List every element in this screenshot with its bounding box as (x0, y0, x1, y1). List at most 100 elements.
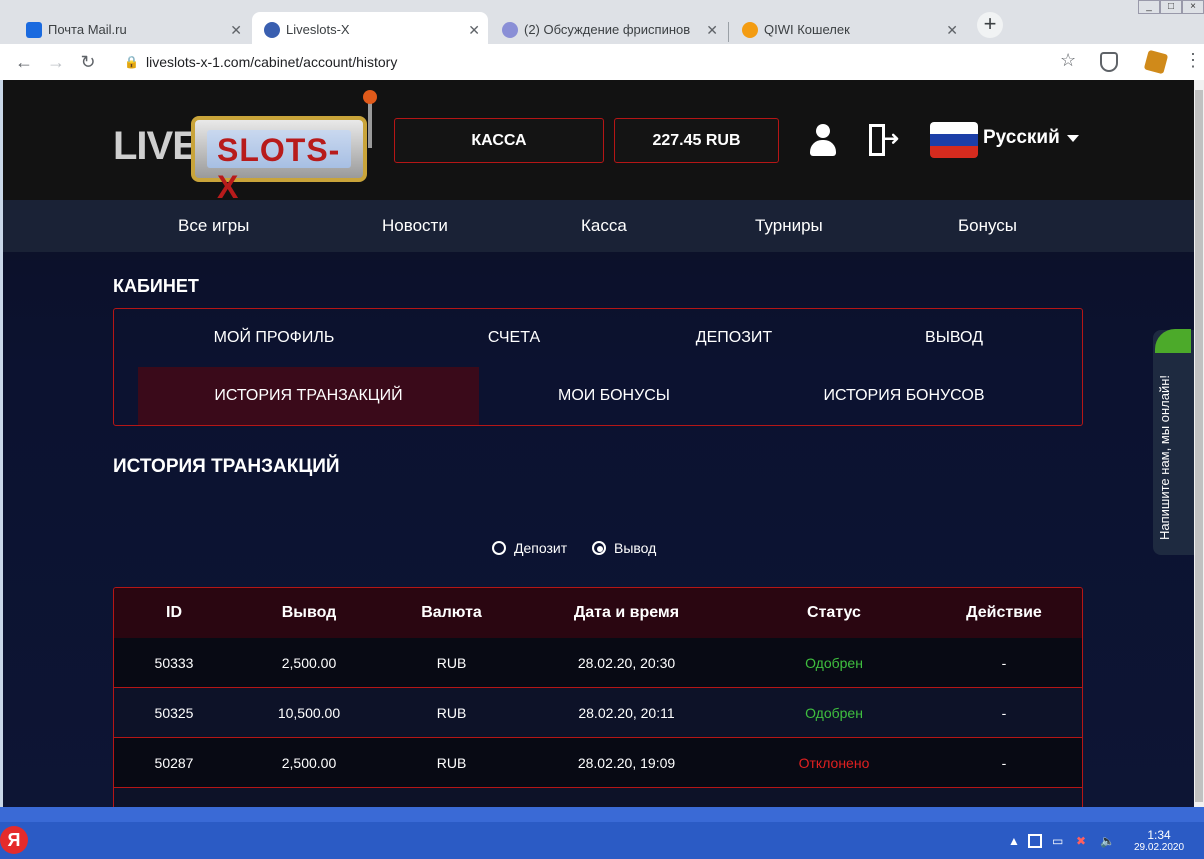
logo-lever-ball (363, 90, 377, 104)
shield-extension-icon[interactable] (1100, 52, 1118, 72)
chat-widget[interactable]: Напишите нам, мы онлайн! (1153, 329, 1194, 555)
column-header: Дата и время (573, 604, 680, 621)
column-header: Действие (966, 604, 1042, 621)
nav-bonuses[interactable]: Бонусы (958, 200, 1017, 252)
chevron-down-icon[interactable] (1067, 135, 1079, 142)
browser-toolbar: ← → ↻ 🔒 liveslots-x-1.com/cabinet/accoun… (0, 44, 1204, 80)
lock-icon: 🔒 (124, 55, 139, 69)
tab-transaction-history[interactable]: ИСТОРИЯ ТРАНЗАКЦИЙ (138, 367, 479, 425)
display-icon[interactable]: ▭ (1052, 834, 1066, 848)
cell-id: 50325 (154, 705, 194, 721)
table-row: 50333 2,500.00 RUB 28.02.20, 20:30 Одобр… (114, 638, 1082, 688)
tab-freespins[interactable]: (2) Обсуждение фриспинов ✕ (490, 12, 726, 48)
new-tab-button[interactable]: + (977, 12, 1003, 38)
mail-icon (26, 22, 42, 38)
nav-kassa[interactable]: Касса (581, 200, 627, 252)
russia-flag-icon[interactable] (930, 122, 978, 158)
page: LIVE SLOTS-X КАССА 227.45 RUB ➜ Русский … (3, 80, 1194, 807)
online-indicator (1155, 329, 1191, 353)
logout-icon[interactable]: ➜ (869, 124, 900, 156)
cell-currency: RUB (436, 755, 467, 771)
start-button[interactable]: Я (0, 826, 28, 854)
close-icon[interactable]: ✕ (946, 12, 958, 48)
cell-action: - (1001, 705, 1007, 721)
cell-id: 50287 (154, 755, 194, 771)
back-icon[interactable]: ← (12, 50, 36, 74)
cell-id: 50333 (154, 655, 194, 671)
close-icon[interactable]: ✕ (230, 12, 242, 48)
column-header: ID (166, 604, 182, 621)
scrollbar-thumb[interactable] (1195, 90, 1203, 802)
taskbar-edge (0, 807, 1204, 822)
forward-icon[interactable]: → (44, 50, 68, 74)
radio-circle[interactable] (492, 541, 506, 555)
balance-button[interactable]: 227.45 RUB (614, 118, 779, 163)
bookmark-star-icon[interactable]: ☆ (1060, 50, 1076, 71)
nav-all-games[interactable]: Все игры (178, 200, 249, 252)
table-row: 50325 10,500.00 RUB 28.02.20, 20:11 Одоб… (114, 688, 1082, 738)
tray-expand-icon[interactable]: ▲ (1008, 834, 1022, 848)
radio-label: Депозит (514, 540, 568, 556)
column-header: Статус (807, 604, 861, 621)
tab-qiwi[interactable]: QIWI Кошелек ✕ (730, 12, 966, 48)
clock[interactable]: 1:34 29.02.2020 (1134, 828, 1184, 853)
screen-capture-icon[interactable] (1028, 834, 1042, 848)
cell-action: - (1001, 655, 1007, 671)
nav-news[interactable]: Новости (382, 200, 448, 252)
cabinet-title: КАБИНЕТ (113, 276, 199, 296)
column-header: Валюта (421, 604, 482, 621)
cell-currency: RUB (436, 705, 467, 721)
tab-my-bonuses[interactable]: МОИ БОНУСЫ (514, 367, 714, 425)
transactions-table: ID Вывод Валюта Дата и время Статус Дейс… (113, 587, 1083, 807)
tab-accounts[interactable]: СЧЕТА (444, 309, 584, 367)
logo-slot-frame: SLOTS-X (191, 116, 367, 205)
tab-my-profile[interactable]: МОЙ ПРОФИЛЬ (174, 309, 374, 367)
language-selector[interactable]: Русский (983, 127, 1060, 149)
clock-time: 1:34 (1147, 828, 1171, 842)
browser-chrome: _ □ × Почта Mail.ru ✕ Liveslots-X ✕ (2) … (0, 0, 1204, 80)
reload-icon[interactable]: ↻ (76, 50, 100, 74)
tab-bonus-history[interactable]: ИСТОРИЯ БОНУСОВ (784, 367, 1024, 425)
cell-currency: RUB (436, 655, 467, 671)
site-logo[interactable]: LIVE SLOTS-X (113, 90, 378, 205)
tab-label: Liveslots-X (286, 22, 350, 37)
table-header: ID Вывод Валюта Дата и время Статус Дейс… (114, 588, 1082, 638)
tab-label: QIWI Кошелек (764, 22, 850, 37)
tab-deposit[interactable]: ДЕПОЗИТ (654, 309, 814, 367)
page-title: ИСТОРИЯ ТРАНЗАКЦИЙ (113, 456, 340, 477)
close-icon[interactable]: ✕ (468, 12, 480, 48)
cell-datetime: 28.02.20, 20:30 (577, 655, 676, 671)
tab-liveslots[interactable]: Liveslots-X ✕ (252, 12, 488, 48)
table-row: 50287 2,500.00 RUB 28.02.20, 19:09 Откло… (114, 738, 1082, 788)
logo-slot-window: SLOTS-X (207, 130, 351, 205)
cell-amount: 10,500.00 (277, 705, 341, 721)
chat-label: Напишите нам, мы онлайн! (1157, 374, 1172, 540)
clock-date: 29.02.2020 (1134, 842, 1185, 853)
logo-live-text: LIVE (113, 124, 199, 168)
cell-action: - (1001, 755, 1007, 771)
url-text: liveslots-x-1.com/cabinet/account/histor… (146, 54, 398, 70)
tab-mail[interactable]: Почта Mail.ru ✕ (14, 12, 250, 48)
tab-withdraw[interactable]: ВЫВОД (884, 309, 1024, 367)
forum-icon (502, 22, 518, 38)
close-icon[interactable]: ✕ (706, 12, 718, 48)
address-bar[interactable]: 🔒 liveslots-x-1.com/cabinet/account/hist… (118, 48, 1088, 76)
network-icon[interactable]: ✖ (1076, 834, 1090, 848)
qiwi-icon (742, 22, 758, 38)
tab-label: (2) Обсуждение фриспинов (524, 22, 691, 37)
tab-strip: Почта Mail.ru ✕ Liveslots-X ✕ (2) Обсужд… (0, 8, 1204, 48)
menu-icon[interactable]: ⋮ (1184, 50, 1202, 71)
user-icon[interactable] (809, 122, 837, 158)
radio-label: Вывод (614, 540, 657, 556)
status-badge: Одобрен (805, 655, 863, 671)
nav-tournaments[interactable]: Турниры (755, 200, 823, 252)
radio-circle-checked[interactable] (592, 541, 606, 555)
cube-extension-icon[interactable] (1143, 49, 1169, 75)
kassa-button[interactable]: КАССА (394, 118, 604, 163)
column-header: Вывод (281, 604, 337, 621)
status-badge: Одобрен (805, 705, 863, 721)
page-scrollbar[interactable] (1194, 80, 1204, 807)
volume-icon[interactable]: 🔈 (1100, 834, 1115, 848)
tab-label: Почта Mail.ru (48, 22, 127, 37)
site-header: LIVE SLOTS-X КАССА 227.45 RUB ➜ Русский (3, 80, 1194, 205)
